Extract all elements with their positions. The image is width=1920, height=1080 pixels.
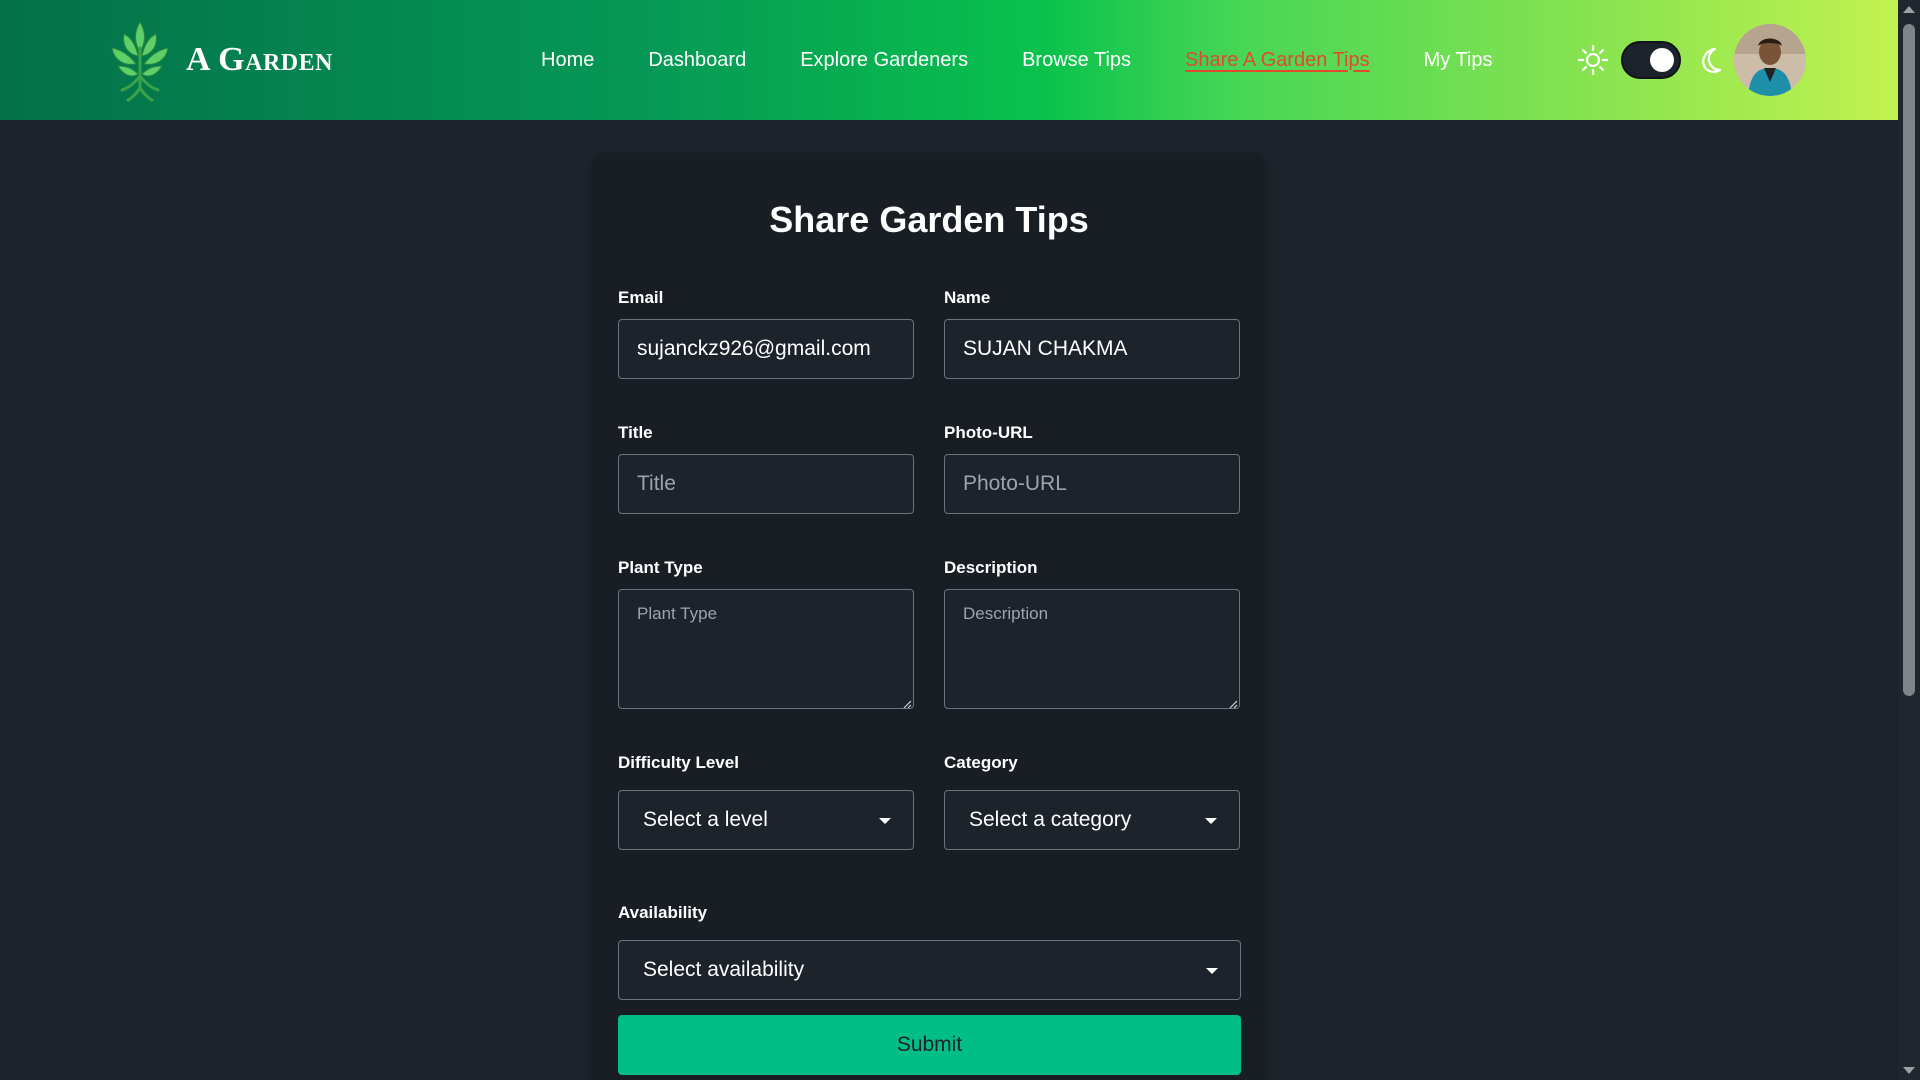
resize-grip-icon[interactable] [902,699,912,709]
difficulty-select[interactable]: Select a level [618,790,914,850]
chevron-down-icon [879,818,891,824]
difficulty-label: Difficulty Level [618,753,739,772]
description-field[interactable] [944,589,1240,709]
moon-icon[interactable] [1695,45,1725,75]
scroll-down-arrow-icon[interactable] [1903,1067,1915,1074]
plant-type-field[interactable] [618,589,914,709]
availability-selected: Select availability [643,958,805,981]
email-label: Email [618,288,664,307]
availability-select[interactable]: Select availability [618,940,1241,1000]
name-field[interactable] [944,319,1240,379]
user-avatar[interactable] [1734,24,1806,96]
resize-grip-icon[interactable] [1228,699,1238,709]
tree-leaf-logo-icon [111,21,169,102]
category-label: Category [944,753,1018,772]
theme-toggle[interactable] [1621,41,1681,79]
difficulty-selected: Select a level [643,808,768,831]
title-field[interactable] [618,454,914,514]
email-field[interactable] [618,319,914,379]
submit-button[interactable]: Submit [618,1015,1241,1075]
share-tip-form-card: Share Garden Tips Email Name Title Photo… [593,155,1265,1080]
plant-type-label: Plant Type [618,558,703,577]
chevron-down-icon [1206,968,1218,974]
availability-label: Availability [618,903,708,922]
toggle-knob [1650,48,1674,72]
nav-link-my-tips[interactable]: My Tips [1424,49,1493,72]
avatar-photo [1734,24,1806,96]
chevron-down-icon [1205,818,1217,824]
description-label: Description [944,558,1038,577]
nav-link-home[interactable]: Home [541,49,594,72]
brand[interactable]: A Garden [104,18,333,102]
name-label: Name [944,288,991,307]
scroll-up-arrow-icon[interactable] [1903,6,1915,13]
category-select[interactable]: Select a category [944,790,1240,850]
photo-url-label: Photo-URL [944,423,1033,442]
nav-link-share-garden-tips[interactable]: Share A Garden Tips [1185,49,1370,72]
photo-url-field[interactable] [944,454,1240,514]
nav-link-explore-gardeners[interactable]: Explore Gardeners [800,49,968,72]
nav-link-dashboard[interactable]: Dashboard [648,49,746,72]
top-navbar: A Garden Home Dashboard Explore Gardener… [0,0,1898,120]
form-title: Share Garden Tips [769,199,1089,240]
nav-link-browse-tips[interactable]: Browse Tips [1022,49,1131,72]
scroll-thumb[interactable] [1903,24,1915,696]
sun-icon[interactable] [1577,44,1609,76]
theme-controls [1577,38,1725,82]
title-label: Title [618,423,653,442]
brand-name: A Garden [186,41,333,78]
category-selected: Select a category [969,808,1132,831]
nav-links: Home Dashboard Explore Gardeners Browse … [541,0,1492,120]
page-scrollbar[interactable] [1898,0,1920,1080]
